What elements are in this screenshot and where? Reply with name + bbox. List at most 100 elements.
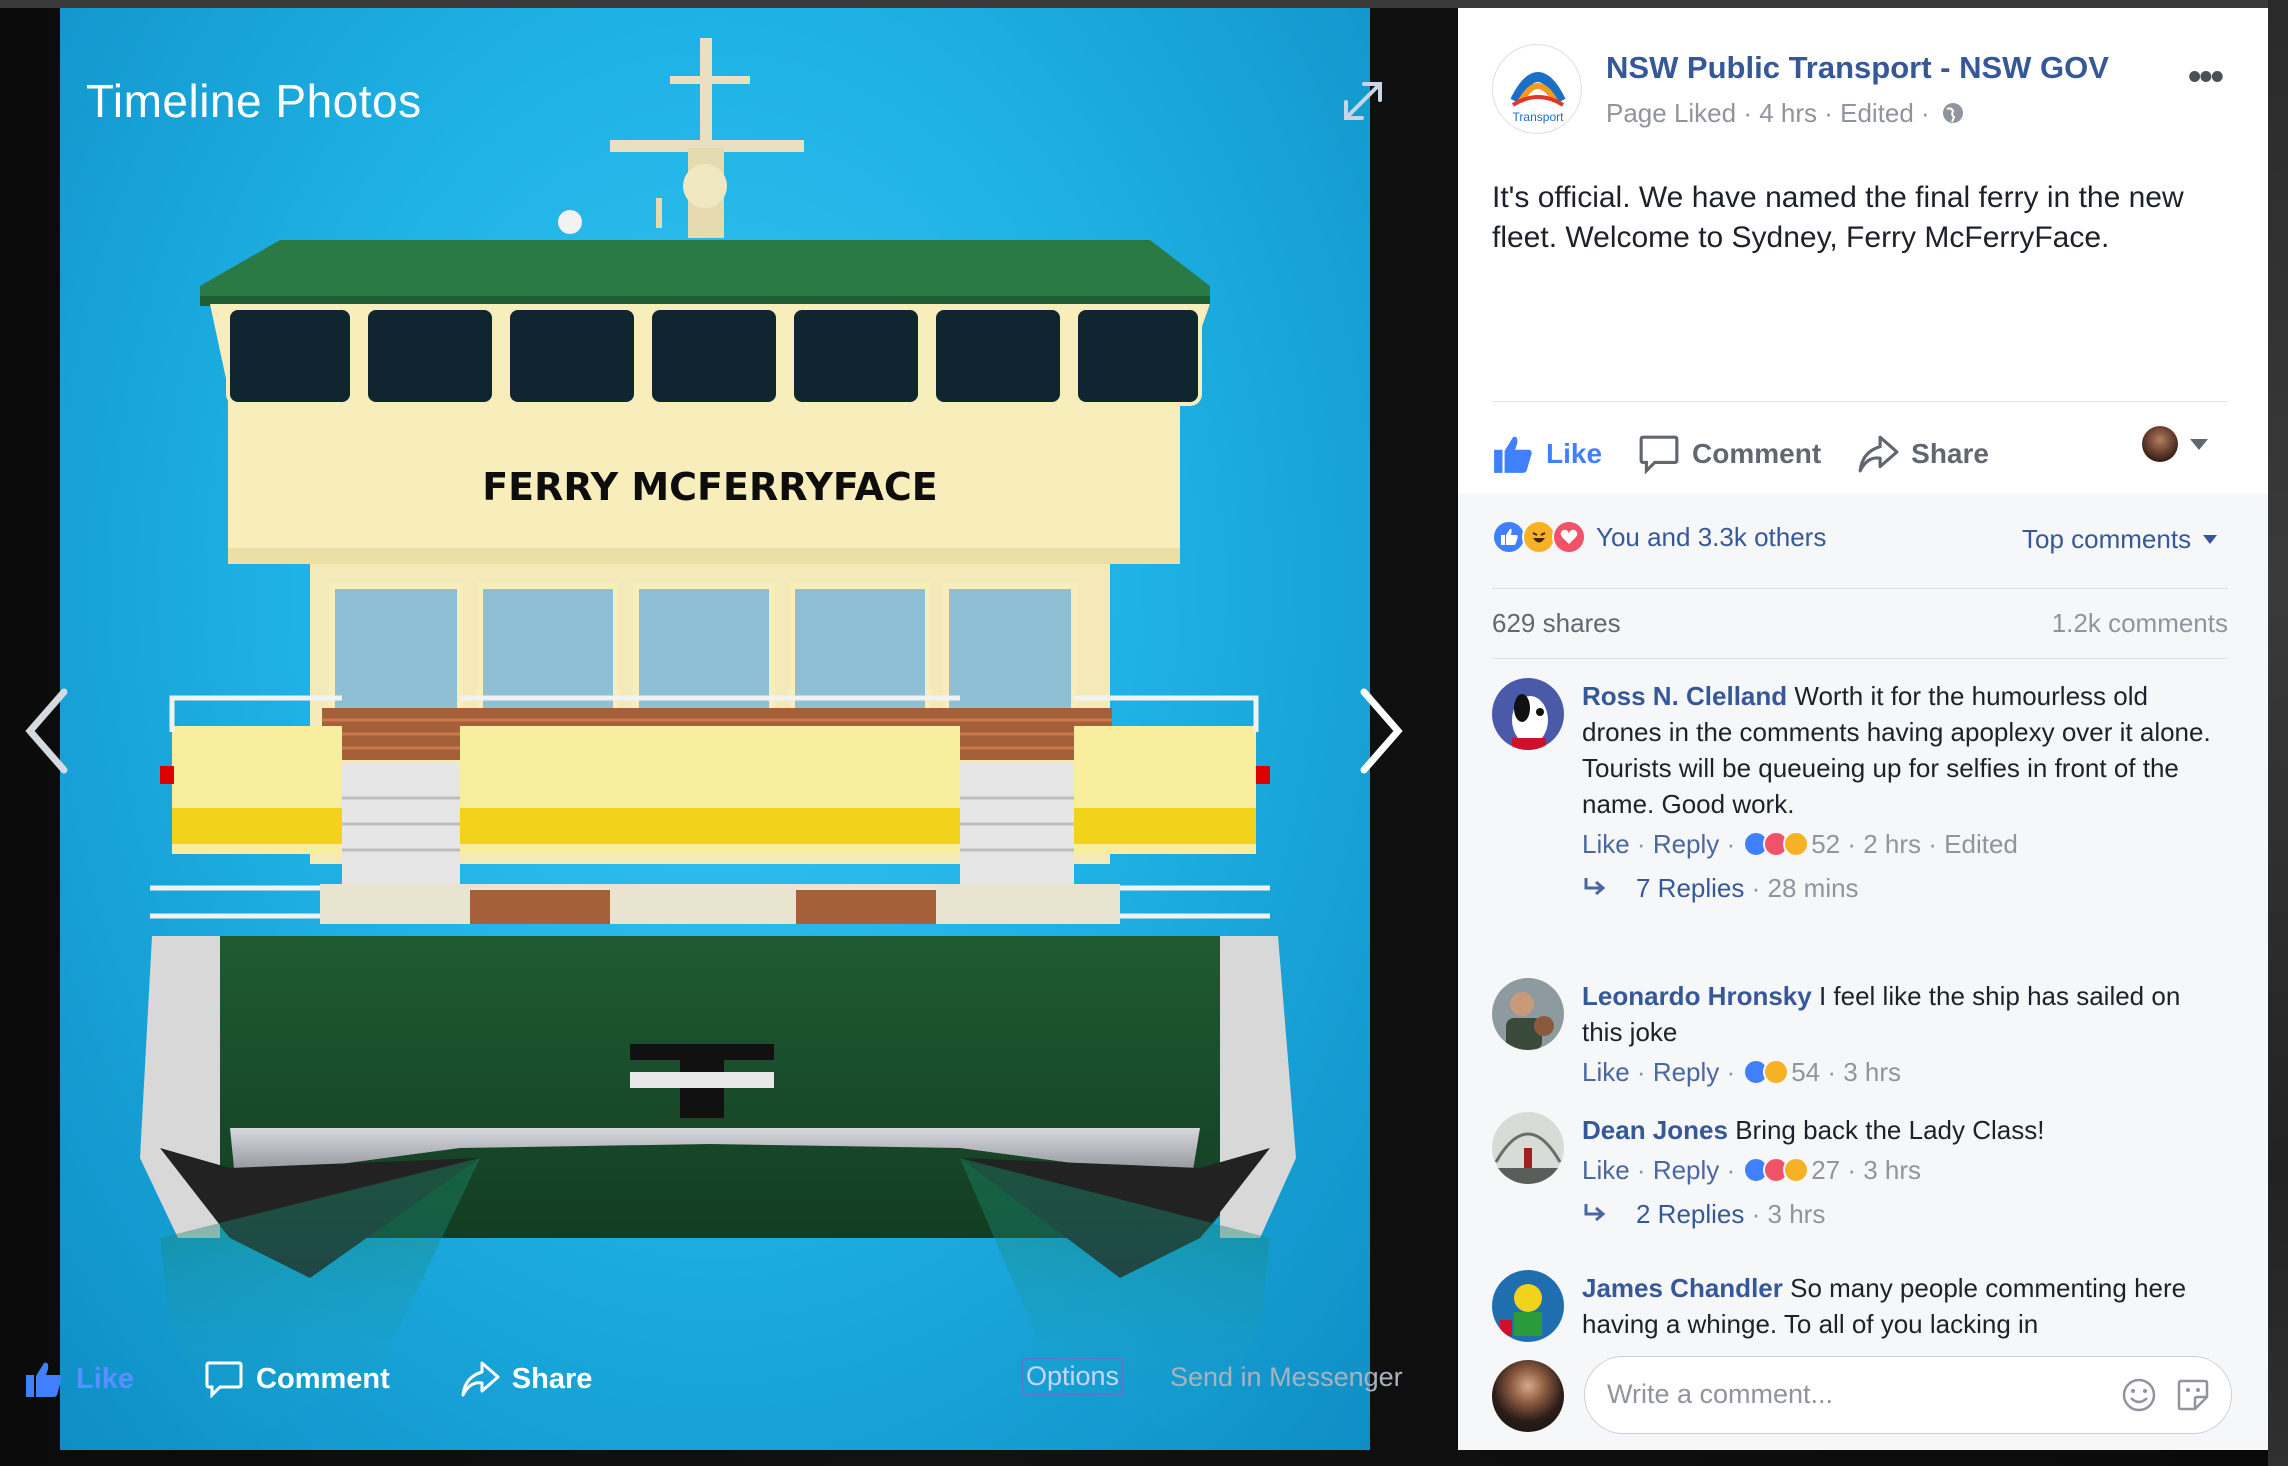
svg-text:Transport: Transport	[1513, 110, 1565, 124]
commenter-avatar[interactable]	[1492, 1270, 1564, 1342]
love-reaction-icon	[1552, 520, 1586, 554]
post-like-button[interactable]: Like	[1492, 433, 1602, 475]
comment-like-button[interactable]: Like	[1582, 1054, 1630, 1090]
user-photo-icon	[1492, 978, 1564, 1050]
send-in-messenger-button[interactable]: Send in Messenger	[1170, 1362, 1403, 1393]
comment-reaction-icons	[1743, 1157, 1810, 1183]
comment-body: James Chandler So many people commenting…	[1582, 1270, 2222, 1342]
comment-reaction-count[interactable]: 54	[1791, 1054, 1820, 1090]
comment-item: Ross N. Clelland Worth it for the humour…	[1492, 678, 2232, 918]
view-replies[interactable]: 2 Replies · 3 hrs	[1582, 1196, 2222, 1232]
reply-arrow-icon	[1584, 1204, 1606, 1222]
photo-comment-button[interactable]: Comment	[204, 1359, 390, 1399]
divider	[1492, 588, 2228, 589]
thumbs-up-icon	[26, 1362, 62, 1397]
post-comment-label: Comment	[1692, 438, 1822, 469]
comment-like-button[interactable]: Like	[1582, 1152, 1630, 1188]
photo-action-bar: Like Comment Share	[24, 1354, 662, 1404]
post-meta: Page Liked · 4 hrs · Edited ·	[1606, 98, 1965, 129]
post-like-label: Like	[1546, 438, 1603, 469]
sticker-icon[interactable]	[2175, 1377, 2211, 1413]
post-share-button[interactable]: Share	[1857, 433, 1989, 475]
post-share-label: Share	[1911, 438, 1989, 469]
comment-meta: Like · Reply · 52 · 2 hrs · Edited	[1582, 826, 2222, 862]
photo-like-label: Like	[76, 1362, 135, 1395]
photo-share-label: Share	[511, 1362, 593, 1395]
comment-reply-button[interactable]: Reply	[1653, 826, 1719, 862]
viewer-avatar	[1492, 1360, 1564, 1432]
comment-time[interactable]: 3 hrs	[1843, 1054, 1901, 1090]
comment-reply-button[interactable]: Reply	[1653, 1054, 1719, 1090]
commenter-avatar[interactable]	[1492, 678, 1564, 750]
commenter-name[interactable]: Ross N. Clelland	[1582, 681, 1787, 711]
page-avatar[interactable]: Transport	[1492, 44, 1582, 134]
post-comment-button[interactable]: Comment	[1638, 433, 1821, 475]
globe-icon	[1942, 103, 1963, 123]
photo-like-button[interactable]: Like	[24, 1359, 134, 1399]
replies-time: 3 hrs	[1767, 1199, 1826, 1229]
ferry-illustration: FERRY MCFERRYFACE	[140, 38, 1296, 1448]
top-strip	[0, 0, 2288, 8]
reactions-summary[interactable]: You and 3.3k others	[1492, 520, 1826, 554]
top-comments-dropdown[interactable]: Top comments	[2022, 524, 2218, 555]
comment-reaction-icons	[1743, 831, 1810, 857]
share-icon	[461, 1361, 500, 1397]
divider	[1492, 401, 2228, 402]
comment-item: James Chandler So many people commenting…	[1492, 1270, 2232, 1350]
shares-count-link[interactable]: 629 shares	[1492, 608, 1621, 639]
like-reaction-icon	[1492, 520, 1526, 554]
comment-composer: Write a comment...	[1458, 1344, 2268, 1450]
commenter-name[interactable]: Dean Jones	[1582, 1115, 1728, 1145]
options-button[interactable]: Options	[1022, 1358, 1124, 1395]
expand-icon[interactable]	[1340, 78, 1386, 124]
previous-photo-icon[interactable]	[22, 686, 72, 776]
transport-logo-icon: Transport	[1510, 72, 1566, 124]
reactions-text: You and 3.3k others	[1596, 521, 1827, 552]
comments-count-link[interactable]: 1.2k comments	[2048, 608, 2228, 639]
emoji-icon[interactable]	[2121, 1377, 2157, 1413]
commenter-name[interactable]: Leonardo Hronsky	[1582, 981, 1812, 1011]
more-options-icon[interactable]: •••	[2188, 56, 2224, 99]
next-photo-icon[interactable]	[1356, 686, 1406, 776]
post-panel: Transport NSW Public Transport - NSW GOV…	[1458, 8, 2268, 1450]
share-icon	[1858, 435, 1899, 473]
comment-icon	[1639, 435, 1679, 475]
comment-input-placeholder: Write a comment...	[1607, 1379, 1834, 1409]
reply-arrow-icon	[1584, 878, 1606, 896]
photo-title: Timeline Photos	[86, 75, 422, 127]
post-action-bar: Like Comment Share	[1492, 424, 2025, 484]
comment-meta: Like · Reply · 27 · 3 hrs	[1582, 1152, 2222, 1188]
viewer-avatar	[2142, 426, 2178, 462]
comment-text-continued: Tourists will be queueing up for selfies…	[1582, 753, 2179, 819]
comment-time[interactable]: 3 hrs	[1863, 1152, 1921, 1188]
commenter-avatar[interactable]	[1492, 1112, 1564, 1184]
ferry-photo: FERRY MCFERRYFACE Timeline Photos	[60, 8, 1370, 1450]
thumbs-up-icon	[1494, 436, 1532, 473]
page-name-link[interactable]: NSW Public Transport - NSW GOV	[1606, 50, 2109, 86]
post-meta-text: Page Liked · 4 hrs · Edited ·	[1606, 98, 1930, 128]
comment-meta: Like · Reply · 54 · 3 hrs	[1582, 1054, 2222, 1090]
comment-reply-button[interactable]: Reply	[1653, 1152, 1719, 1188]
view-replies[interactable]: 7 Replies · 28 mins	[1582, 870, 2222, 906]
comment-time[interactable]: 2 hrs	[1863, 826, 1921, 862]
comment-item: Dean Jones Bring back the Lady Class! Li…	[1492, 1112, 2232, 1262]
commenter-name[interactable]: James Chandler	[1582, 1273, 1783, 1303]
replies-time: 28 mins	[1767, 873, 1859, 903]
chevron-down-icon	[2190, 438, 2208, 450]
comment-body: Dean Jones Bring back the Lady Class! Li…	[1582, 1112, 2222, 1232]
divider	[1492, 658, 2228, 659]
comment-item: Leonardo Hronsky I feel like the ship ha…	[1492, 978, 2232, 1098]
replies-link[interactable]: 7 Replies	[1636, 870, 1744, 906]
comment-input[interactable]: Write a comment...	[1584, 1356, 2232, 1434]
comment-like-button[interactable]: Like	[1582, 826, 1630, 862]
comment-reaction-count[interactable]: 52	[1811, 826, 1840, 862]
comment-body: Leonardo Hronsky I feel like the ship ha…	[1582, 978, 2222, 1090]
photo-share-button[interactable]: Share	[460, 1359, 593, 1399]
photo-comment-label: Comment	[256, 1362, 390, 1395]
post-as-selector[interactable]	[2142, 426, 2208, 462]
commenter-avatar[interactable]	[1492, 978, 1564, 1050]
comment-icon	[205, 1361, 243, 1399]
replies-link[interactable]: 2 Replies	[1636, 1196, 1744, 1232]
comment-reaction-count[interactable]: 27	[1811, 1152, 1840, 1188]
user-photo-icon	[1492, 1112, 1564, 1184]
